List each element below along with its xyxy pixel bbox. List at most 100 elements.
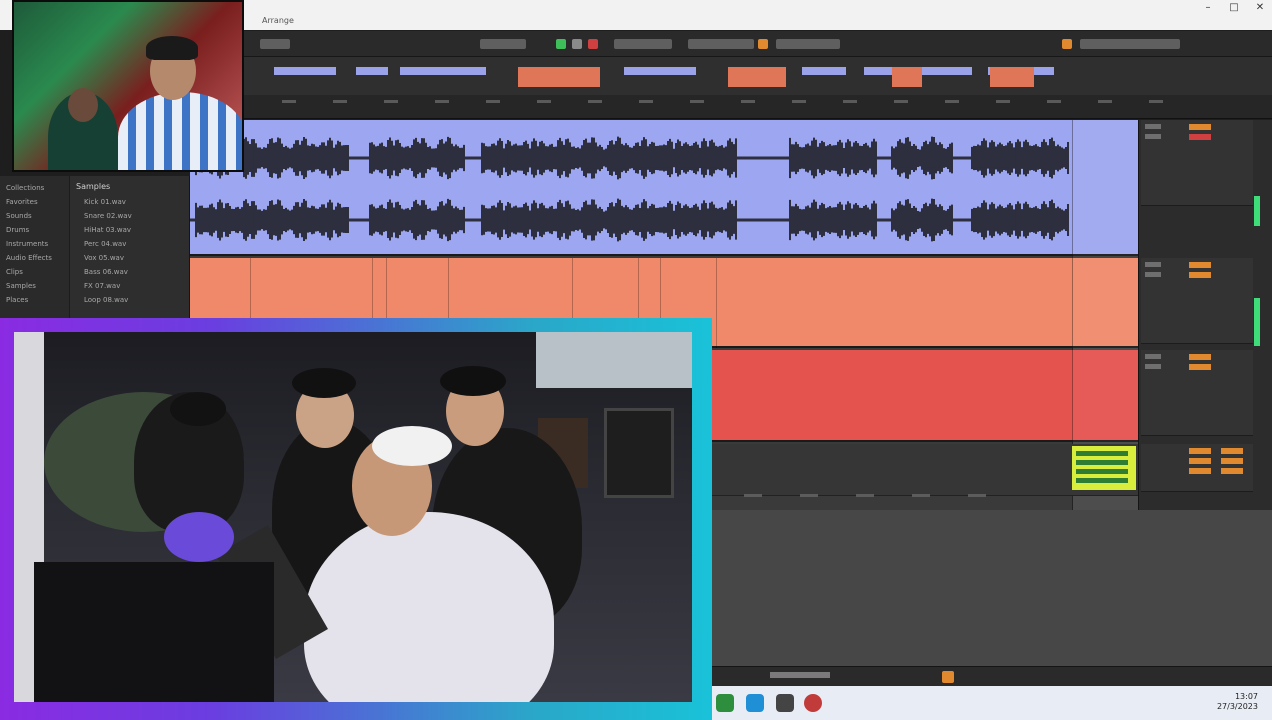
ruler-tick <box>690 100 704 103</box>
ruler-tick <box>1047 100 1061 103</box>
waveform-channel <box>189 136 1069 180</box>
track-mixer <box>1138 120 1272 510</box>
status-bar <box>706 666 1272 686</box>
ruler-tick <box>639 100 653 103</box>
automation-arm-button[interactable] <box>758 39 768 49</box>
cpu-meter <box>1080 39 1180 49</box>
ruler-tick <box>1149 100 1163 103</box>
browser-file-item[interactable]: Bass 06.wav <box>84 268 184 277</box>
edge-icon[interactable] <box>746 694 764 712</box>
bar-number <box>744 494 762 497</box>
ruler-tick <box>792 100 806 103</box>
waveform <box>189 136 1069 242</box>
maximize-icon[interactable]: □ <box>1222 2 1246 14</box>
browser-place-item[interactable]: Drums <box>6 226 66 235</box>
position-display[interactable] <box>688 39 754 49</box>
browser-place-item[interactable]: Instruments <box>6 240 66 249</box>
ruler-tick <box>435 100 449 103</box>
browser-file-item[interactable]: Kick 01.wav <box>84 198 184 207</box>
stop-button[interactable] <box>572 39 582 49</box>
overview-clip <box>802 67 846 75</box>
overview-clip <box>356 67 388 75</box>
overview-clip <box>990 67 1034 87</box>
tempo-display[interactable] <box>260 39 290 49</box>
record-button[interactable] <box>588 39 598 49</box>
browser-place-item[interactable]: Collections <box>6 184 66 193</box>
browser-file-item[interactable]: Perc 04.wav <box>84 240 184 249</box>
level-meter <box>1254 298 1260 346</box>
browser-places: Collections Favorites Sounds Drums Instrumen… <box>0 176 70 320</box>
browser-place-item[interactable]: Favorites <box>6 198 66 207</box>
overview-clip <box>518 67 600 87</box>
status-track-label <box>770 672 830 678</box>
overview-clip <box>728 67 786 87</box>
poster <box>604 408 674 498</box>
clip-divider <box>716 258 717 348</box>
midi-clip-selection[interactable] <box>1072 446 1136 490</box>
clock-time: 13:07 <box>1234 692 1258 701</box>
wall-sign <box>536 332 692 388</box>
ruler-tick <box>945 100 959 103</box>
bar-number <box>968 494 986 497</box>
browser-header: Samples <box>76 182 111 191</box>
clock-date: 27/3/2023 <box>1216 702 1258 711</box>
desk <box>34 562 274 702</box>
screen-root: Arrange – □ ✕ 13:07 27/3/2023 Collection… <box>0 0 1272 720</box>
mixer-strip-2[interactable] <box>1141 258 1253 344</box>
overview-clip <box>624 67 696 75</box>
overdub-controls[interactable] <box>614 39 672 49</box>
ruler-tick <box>741 100 755 103</box>
browser-file-item[interactable]: FX 07.wav <box>84 282 184 291</box>
browser-file-item[interactable]: Snare 02.wav <box>84 212 184 221</box>
play-button[interactable] <box>556 39 566 49</box>
windows-taskbar: 13:07 27/3/2023 <box>706 686 1272 720</box>
browser-place-item[interactable]: Places <box>6 296 66 305</box>
webcam-overlay-small <box>12 0 244 172</box>
ruler-tick <box>384 100 398 103</box>
minimize-icon[interactable]: – <box>1196 2 1220 14</box>
tab-label[interactable]: Arrange <box>262 16 294 25</box>
bar-number <box>800 494 818 497</box>
person <box>118 92 242 170</box>
browser-place-item[interactable]: Samples <box>6 282 66 291</box>
browser-place-item[interactable]: Clips <box>6 268 66 277</box>
trucker-cap-icon <box>372 426 452 466</box>
hair <box>146 36 198 60</box>
ruler-tick <box>282 100 296 103</box>
clip-row <box>1076 469 1128 474</box>
key-map-button[interactable] <box>1062 39 1072 49</box>
loop-controls[interactable] <box>776 39 840 49</box>
live-icon[interactable] <box>804 694 822 712</box>
mixer-strip-1[interactable] <box>1141 120 1253 206</box>
browser-place-item[interactable]: Sounds <box>6 212 66 221</box>
browser-place-item[interactable]: Audio Effects <box>6 254 66 263</box>
beanie-icon <box>292 368 356 398</box>
folder-icon[interactable] <box>776 694 794 712</box>
clip-row <box>1076 478 1128 483</box>
timeline-ruler[interactable] <box>190 95 1272 119</box>
browser-file-item[interactable]: Vox 05.wav <box>84 254 184 263</box>
overview-clip <box>274 67 336 75</box>
browser-file-item[interactable]: Loop 08.wav <box>84 296 184 305</box>
metronome-button[interactable] <box>480 39 526 49</box>
ruler-tick <box>1098 100 1112 103</box>
close-icon[interactable]: ✕ <box>1248 2 1272 14</box>
mixer-strip-4[interactable] <box>1141 444 1253 492</box>
browser-file-item[interactable]: HiHat 03.wav <box>84 226 184 235</box>
chrome-icon[interactable] <box>716 694 734 712</box>
taskbar-clock[interactable]: 13:07 27/3/2023 <box>1217 692 1258 712</box>
level-meter <box>1254 196 1260 226</box>
ruler-tick <box>537 100 551 103</box>
ruler-tick <box>894 100 908 103</box>
ruler-tick <box>486 100 500 103</box>
glove <box>164 512 234 562</box>
audio-track-1[interactable] <box>189 120 1138 442</box>
browser-panel: Collections Favorites Sounds Drums Instrumen… <box>0 176 190 320</box>
device-view <box>706 510 1272 666</box>
overview-clip <box>400 67 486 75</box>
mixer-strip-3[interactable] <box>1141 350 1253 436</box>
transport-toolbar <box>190 31 1272 57</box>
ruler-tick <box>588 100 602 103</box>
arrangement-overview[interactable] <box>190 57 1272 95</box>
cap-icon <box>440 366 506 396</box>
